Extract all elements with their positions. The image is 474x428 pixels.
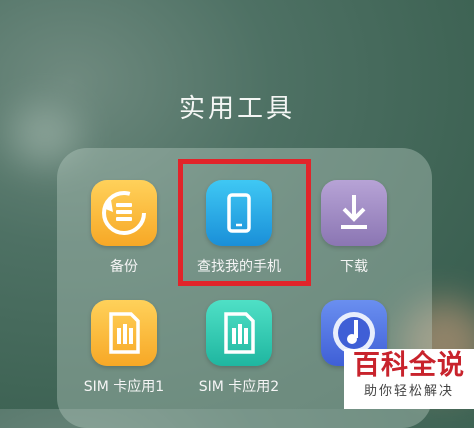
folder-title: 实用工具 <box>178 94 295 124</box>
download-icon <box>321 180 387 246</box>
watermark-sub: 助你轻松解决 <box>363 384 454 399</box>
watermark-main: 百科全说 <box>353 350 465 381</box>
backup-icon <box>91 180 157 246</box>
app-sim-1[interactable]: SIM 卡应用1 <box>69 300 179 396</box>
app-download[interactable]: 下载 <box>299 180 409 276</box>
watermark-logo: 百科全说 助你轻松解决 <box>344 349 474 409</box>
sim-card-icon <box>206 300 272 366</box>
app-label: 下载 <box>340 259 368 275</box>
app-label: SIM 卡应用2 <box>198 379 280 395</box>
app-label: SIM 卡应用1 <box>83 379 165 395</box>
sim-card-icon <box>91 300 157 366</box>
app-label: 备份 <box>110 259 138 275</box>
highlight-box <box>178 159 311 286</box>
app-backup[interactable]: 备份 <box>69 180 179 276</box>
app-sim-2[interactable]: SIM 卡应用2 <box>184 300 294 396</box>
